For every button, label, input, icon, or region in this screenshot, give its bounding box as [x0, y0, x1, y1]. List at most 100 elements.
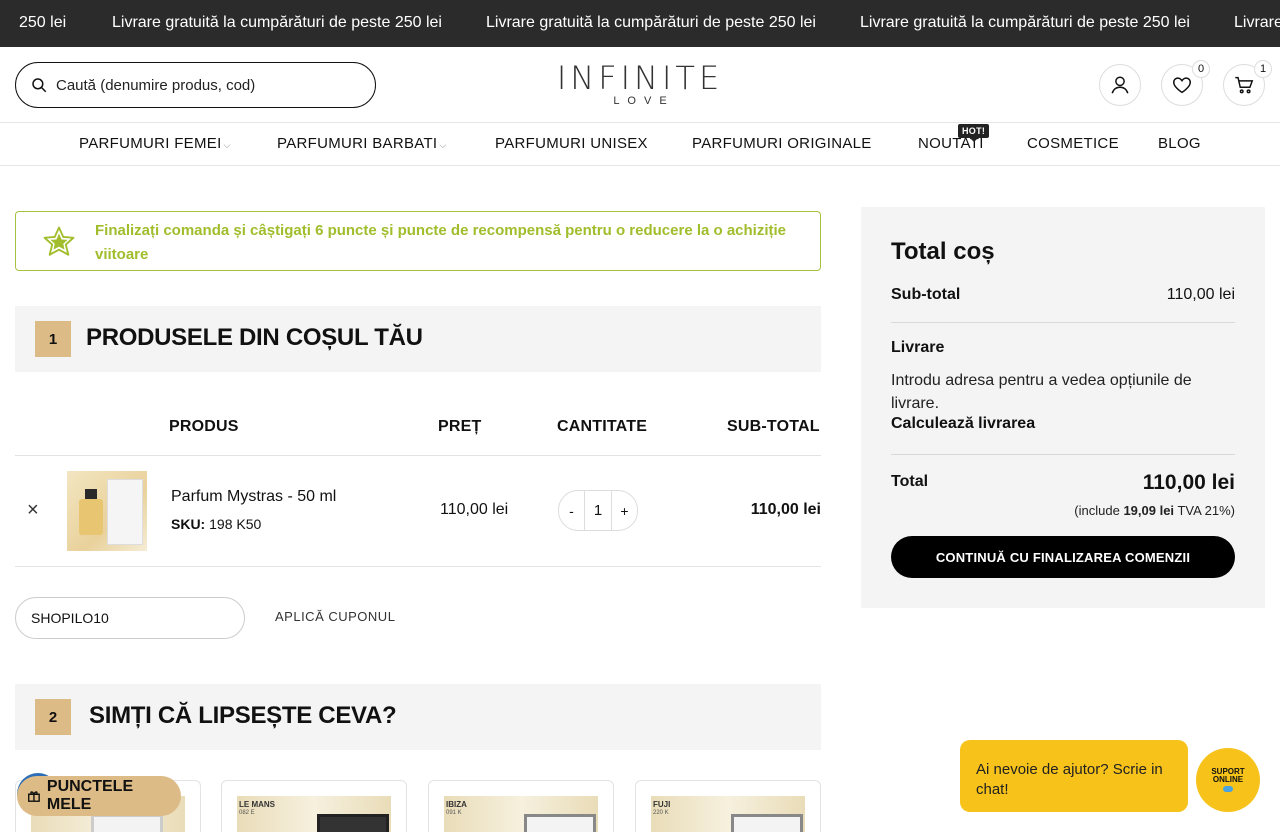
- nav-item-label: PARFUMURI FEMEI: [79, 135, 222, 152]
- reward-text: Finalizați comanda și câștigați 6 puncte…: [95, 222, 787, 263]
- chat-prompt-bubble[interactable]: Ai nevoie de ajutor? Scrie in chat!: [960, 740, 1188, 812]
- product-code: 220 K: [653, 810, 669, 816]
- shipping-label: Livrare: [891, 339, 945, 356]
- sku-value: 198 K50: [209, 516, 262, 532]
- subtotal-label: Sub-total: [891, 286, 961, 303]
- hot-badge: HOT!: [958, 124, 990, 142]
- coupon-input[interactable]: SHOPILO10: [15, 597, 245, 639]
- suggestions-section-header: 2 SIMȚI CĂ LIPSEȘTE CEVA?: [15, 684, 821, 750]
- item-subtotal: 110,00 lei: [750, 501, 821, 518]
- divider: [15, 566, 821, 567]
- section-title: SIMȚI CĂ LIPSEȘTE CEVA?: [89, 702, 397, 729]
- product-box-image: [317, 814, 389, 832]
- search-input[interactable]: [56, 76, 356, 94]
- column-header-price: PREȚ: [438, 418, 482, 435]
- total-label: Total: [891, 473, 929, 490]
- product-image: [444, 796, 598, 832]
- product-box-image: [524, 814, 596, 832]
- step-number: 2: [35, 699, 71, 735]
- account-button[interactable]: [1099, 64, 1141, 106]
- product-box-image: [107, 479, 143, 545]
- quantity-increase-button[interactable]: +: [612, 491, 637, 530]
- announcement-text: Livrare: [1234, 14, 1280, 31]
- cart-count-badge: 1: [1254, 60, 1272, 78]
- announcement-text: Livrare gratuită la cumpărături de peste…: [860, 14, 1190, 31]
- cart-totals-panel: Total coș Sub-total 110,00 lei Livrare I…: [861, 207, 1265, 608]
- divider: [15, 455, 821, 456]
- chat-button-line2: ONLINE: [1212, 775, 1244, 784]
- chevron-down-icon: ⌵: [439, 140, 447, 150]
- product-name-link[interactable]: Parfum Mystras - 50 ml: [171, 488, 336, 506]
- calculate-shipping-link[interactable]: Calculează livrarea: [891, 415, 1035, 433]
- site-logo[interactable]: INFINITE LOVE: [540, 61, 740, 107]
- total-value: 110,00 lei: [1142, 471, 1235, 494]
- divider: [891, 322, 1235, 323]
- apply-coupon-button[interactable]: APLICĂ CUPONUL: [275, 609, 395, 624]
- product-thumbnail[interactable]: [67, 471, 147, 551]
- quantity-input[interactable]: 1: [584, 491, 612, 530]
- gift-icon: [28, 791, 40, 802]
- suggested-product-card[interactable]: LE MANS 082 E: [221, 780, 407, 832]
- search-icon: [32, 78, 47, 93]
- chevron-down-icon: ⌵: [223, 140, 231, 150]
- announcement-bar: 250 lei Livrare gratuită la cumpărături …: [0, 0, 1280, 47]
- divider: [891, 454, 1235, 455]
- my-points-button[interactable]: PUNCTELE MELE: [17, 776, 181, 816]
- wishlist-button[interactable]: 0: [1161, 60, 1210, 106]
- chat-bubble-icon: [1223, 786, 1233, 792]
- cart-totals-title: Total coș: [891, 238, 995, 265]
- subtotal-value: 110,00 lei: [1166, 286, 1235, 303]
- nav-item-label: PARFUMURI BARBATI: [277, 135, 438, 152]
- sku-label: SKU:: [171, 516, 206, 532]
- vat-amount: 19,09 lei: [1123, 503, 1175, 518]
- product-sku: SKU: 198 K50: [171, 516, 261, 532]
- star-icon: [43, 226, 75, 256]
- wishlist-count-badge: 0: [1192, 60, 1210, 78]
- quantity-decrease-button[interactable]: -: [559, 491, 584, 530]
- site-header: INFINITE LOVE 0 1: [0, 47, 1280, 123]
- product-name: LE MANS: [239, 800, 275, 809]
- suggested-product-card[interactable]: FUJI 220 K: [635, 780, 821, 832]
- announcement-text: Livrare gratuită la cumpărături de peste…: [486, 14, 816, 31]
- reward-notice: Finalizați comanda și câștigați 6 puncte…: [15, 211, 821, 271]
- cart-section-header: 1 PRODUSELE DIN COȘUL TĂU: [15, 306, 821, 372]
- product-box-image: [91, 814, 163, 832]
- cart-button[interactable]: 1: [1223, 60, 1272, 106]
- remove-item-button[interactable]: ×: [27, 500, 39, 520]
- column-header-quantity: CANTITATE: [557, 418, 648, 435]
- nav-item-parfumuri-unisex[interactable]: PARFUMURI UNISEX: [495, 135, 648, 152]
- column-header-product: PRODUS: [169, 418, 239, 435]
- product-name: IBIZA: [446, 800, 467, 809]
- nav-item-label: PARFUMURI ORIGINALE: [692, 135, 872, 152]
- quantity-stepper: - 1 +: [558, 490, 638, 531]
- section-title: PRODUSELE DIN COȘUL TĂU: [86, 324, 423, 351]
- logo-main-text: INFINITE: [556, 59, 724, 97]
- nav-item-noutati[interactable]: HOT! NOUTATI: [918, 124, 990, 152]
- product-box-image: [731, 814, 803, 832]
- nav-item-label: BLOG: [1158, 135, 1201, 152]
- step-number: 1: [35, 321, 71, 357]
- my-points-label: PUNCTELE MELE: [46, 778, 134, 813]
- nav-item-blog[interactable]: BLOG: [1158, 135, 1201, 152]
- shipping-info: Introdu adresa pentru a vedea opțiunile …: [891, 372, 1192, 412]
- nav-item-label: PARFUMURI UNISEX: [495, 135, 648, 152]
- nav-item-parfumuri-barbati[interactable]: PARFUMURI BARBATI ⌵: [277, 135, 447, 152]
- vat-prefix: (include: [1074, 503, 1120, 518]
- user-icon: [1111, 76, 1129, 94]
- suggested-product-card[interactable]: IBIZA 091 K: [428, 780, 614, 832]
- search-box[interactable]: [15, 62, 376, 108]
- product-price: 110,00 lei: [440, 501, 509, 518]
- proceed-to-checkout-button[interactable]: CONTINUĂ CU FINALIZAREA COMENZII: [891, 536, 1235, 578]
- nav-item-cosmetice[interactable]: COSMETICE: [1027, 135, 1119, 152]
- announcement-text: Livrare gratuită la cumpărături de peste…: [112, 14, 442, 31]
- chat-support-button[interactable]: SUPORT ONLINE: [1196, 748, 1260, 812]
- nav-item-label: COSMETICE: [1027, 135, 1119, 152]
- product-name: FUJI: [653, 800, 671, 809]
- heart-icon: [1173, 77, 1191, 94]
- vat-note: (include 19,09 lei TVA 21%): [1074, 503, 1235, 518]
- bottle-shape: [79, 499, 103, 535]
- product-code: 091 K: [446, 810, 462, 816]
- nav-item-parfumuri-femei[interactable]: PARFUMURI FEMEI ⌵: [79, 135, 231, 152]
- nav-item-parfumuri-originale[interactable]: PARFUMURI ORIGINALE: [692, 135, 872, 152]
- cart-icon: [1235, 76, 1254, 94]
